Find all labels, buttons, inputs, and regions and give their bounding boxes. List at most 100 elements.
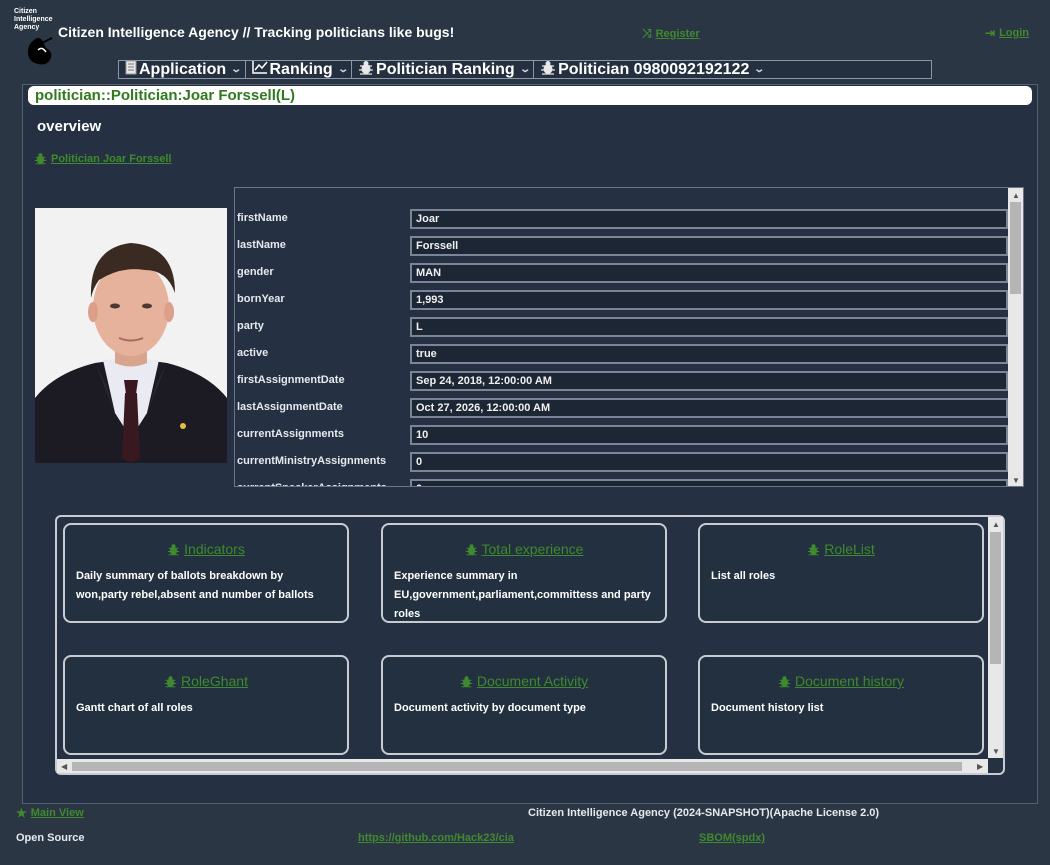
cards-horizontal-scrollbar-thumb[interactable]: [72, 762, 962, 771]
field-label: firstAssignmentDate: [237, 374, 345, 386]
register-label[interactable]: Register: [656, 28, 700, 40]
field-value[interactable]: Oct 27, 2026, 12:00:00 AM: [410, 398, 1008, 418]
shuffle-icon: ⤨: [642, 26, 652, 40]
menu-application-label: Application: [139, 60, 227, 78]
field-label: currentAssignments: [237, 428, 344, 440]
login-link[interactable]: ⇥ Login: [985, 26, 1029, 40]
field-value[interactable]: Sep 24, 2018, 12:00:00 AM: [410, 371, 1008, 391]
card-document-history: Document history Document history list: [698, 655, 984, 755]
politician-link-label[interactable]: Politician Joar Forssell: [51, 153, 171, 165]
card-title[interactable]: RoleList: [700, 541, 982, 557]
section-title: overview: [37, 118, 102, 135]
chevron-down-icon: ⌄: [519, 64, 531, 75]
field-row-firstName: firstName Joar: [235, 209, 1015, 229]
login-label[interactable]: Login: [999, 27, 1029, 39]
scroll-left-icon[interactable]: ◀: [61, 762, 67, 771]
chevron-down-icon: ⌄: [230, 64, 243, 75]
details-scrollbar-thumb[interactable]: [1010, 202, 1021, 294]
card-link[interactable]: RoleGhant: [181, 673, 248, 689]
field-row-currentMinistryAssignments: currentMinistryAssignments 0: [235, 452, 1015, 472]
card-description: Experience summary in EU,government,parl…: [394, 570, 651, 620]
field-label: gender: [237, 266, 274, 278]
card-title[interactable]: Document history: [700, 673, 982, 689]
field-row-party: party L: [235, 317, 1015, 337]
field-value[interactable]: Forssell: [410, 236, 1008, 256]
scroll-up-icon[interactable]: ▲: [1012, 191, 1020, 200]
register-link[interactable]: ⤨ Register: [642, 26, 700, 41]
field-label: party: [237, 320, 264, 332]
bug-icon: [540, 60, 556, 80]
menu-politician-ranking[interactable]: Politician Ranking ⌄: [352, 60, 535, 78]
cards-vertical-scrollbar-thumb[interactable]: [990, 532, 1001, 664]
github-link[interactable]: https://github.com/Hack23/cia: [358, 832, 514, 844]
star-icon: ★: [16, 806, 27, 820]
main-view-link[interactable]: ★ Main View: [16, 806, 84, 820]
menu-politician-label: Politician 0980092192122: [558, 60, 750, 78]
card-title[interactable]: Document Activity: [383, 673, 665, 689]
field-label: currentSpeakerAssignments: [237, 482, 387, 486]
field-row-currentSpeakerAssignments: currentSpeakerAssignments 0: [235, 479, 1015, 486]
card-roleghant: RoleGhant Gantt chart of all roles: [63, 655, 349, 755]
scroll-down-icon[interactable]: ▼: [992, 747, 1000, 756]
card-link[interactable]: Document history: [795, 673, 904, 689]
card-title[interactable]: Total experience: [383, 541, 665, 557]
field-value[interactable]: 0: [410, 452, 1008, 472]
card-document-activity: Document Activity Document activity by do…: [381, 655, 667, 755]
card-description: Document activity by document type: [394, 702, 586, 714]
field-row-firstAssignmentDate: firstAssignmentDate Sep 24, 2018, 12:00:0…: [235, 371, 1015, 391]
chevron-down-icon: ⌄: [753, 64, 766, 75]
field-value[interactable]: Joar: [410, 209, 1008, 229]
menu-ranking-label: Ranking: [269, 60, 333, 78]
bug-icon: [465, 543, 477, 555]
logo-bug-icon: [28, 37, 53, 65]
card-link[interactable]: Document Activity: [477, 673, 588, 689]
field-label: currentMinistryAssignments: [237, 455, 387, 467]
sbom-link[interactable]: SBOM(spdx): [699, 832, 765, 844]
field-row-gender: gender MAN: [235, 263, 1015, 283]
card-link[interactable]: Indicators: [184, 541, 245, 557]
card-indicators: Indicators Daily summary of ballots break…: [63, 523, 349, 623]
card-link[interactable]: Total experience: [482, 541, 584, 557]
card-link[interactable]: RoleList: [824, 541, 875, 557]
scroll-right-icon[interactable]: ▶: [977, 762, 983, 771]
cards-panel: Indicators Daily summary of ballots break…: [55, 515, 1005, 775]
field-value[interactable]: L: [410, 317, 1008, 337]
menu-application[interactable]: Application ⌄: [119, 60, 246, 80]
main-view-label[interactable]: Main View: [31, 807, 84, 819]
field-value[interactable]: MAN: [410, 263, 1008, 283]
scroll-down-icon[interactable]: ▼: [1012, 476, 1020, 485]
field-row-bornYear: bornYear 1,993: [235, 290, 1015, 310]
menu-politician-ranking-label: Politician Ranking: [376, 60, 515, 78]
field-row-lastAssignmentDate: lastAssignmentDate Oct 27, 2026, 12:00:00…: [235, 398, 1015, 418]
card-rolelist: RoleList List all roles: [698, 523, 984, 623]
menu-ranking[interactable]: Ranking ⌄: [246, 61, 353, 78]
document-icon: [125, 60, 137, 80]
card-title[interactable]: Indicators: [65, 541, 347, 557]
card-description: Daily summary of ballots breakdown by wo…: [76, 570, 314, 601]
bug-icon: [778, 675, 791, 687]
page-title: politician::Politician:Joar Forssell(L): [28, 86, 1032, 105]
field-label: lastAssignmentDate: [237, 401, 343, 413]
footer-copyright: Citizen Intelligence Agency (2024-SNAPSH…: [528, 807, 880, 819]
menu-politician[interactable]: Politician 0980092192122 ⌄: [534, 60, 768, 80]
field-value[interactable]: 10: [410, 425, 1008, 445]
sign-in-icon: ⇥: [985, 26, 996, 40]
scroll-up-icon[interactable]: ▲: [992, 520, 1000, 529]
app-title: Citizen Intelligence Agency // Tracking …: [58, 24, 455, 40]
field-row-lastName: lastName Forssell: [235, 236, 1015, 256]
field-label: bornYear: [237, 293, 285, 305]
field-label: lastName: [237, 239, 286, 251]
card-title[interactable]: RoleGhant: [65, 673, 347, 689]
main-menu-bar: Application ⌄ Ranking ⌄ Politician Ranki…: [118, 60, 932, 79]
card-description: Gantt chart of all roles: [76, 702, 193, 714]
field-label: firstName: [237, 212, 288, 224]
card-description: List all roles: [711, 570, 776, 582]
field-value[interactable]: 0: [410, 479, 1008, 486]
chevron-down-icon: ⌄: [336, 64, 349, 75]
card-description: Document history list: [711, 702, 824, 714]
field-value[interactable]: 1,993: [410, 290, 1008, 310]
card-total-experience: Total experience Experience summary in EU…: [381, 523, 667, 623]
field-row-currentAssignments: currentAssignments 10: [235, 425, 1015, 445]
politician-link[interactable]: Politician Joar Forssell: [34, 152, 171, 165]
field-value[interactable]: true: [410, 344, 1008, 364]
